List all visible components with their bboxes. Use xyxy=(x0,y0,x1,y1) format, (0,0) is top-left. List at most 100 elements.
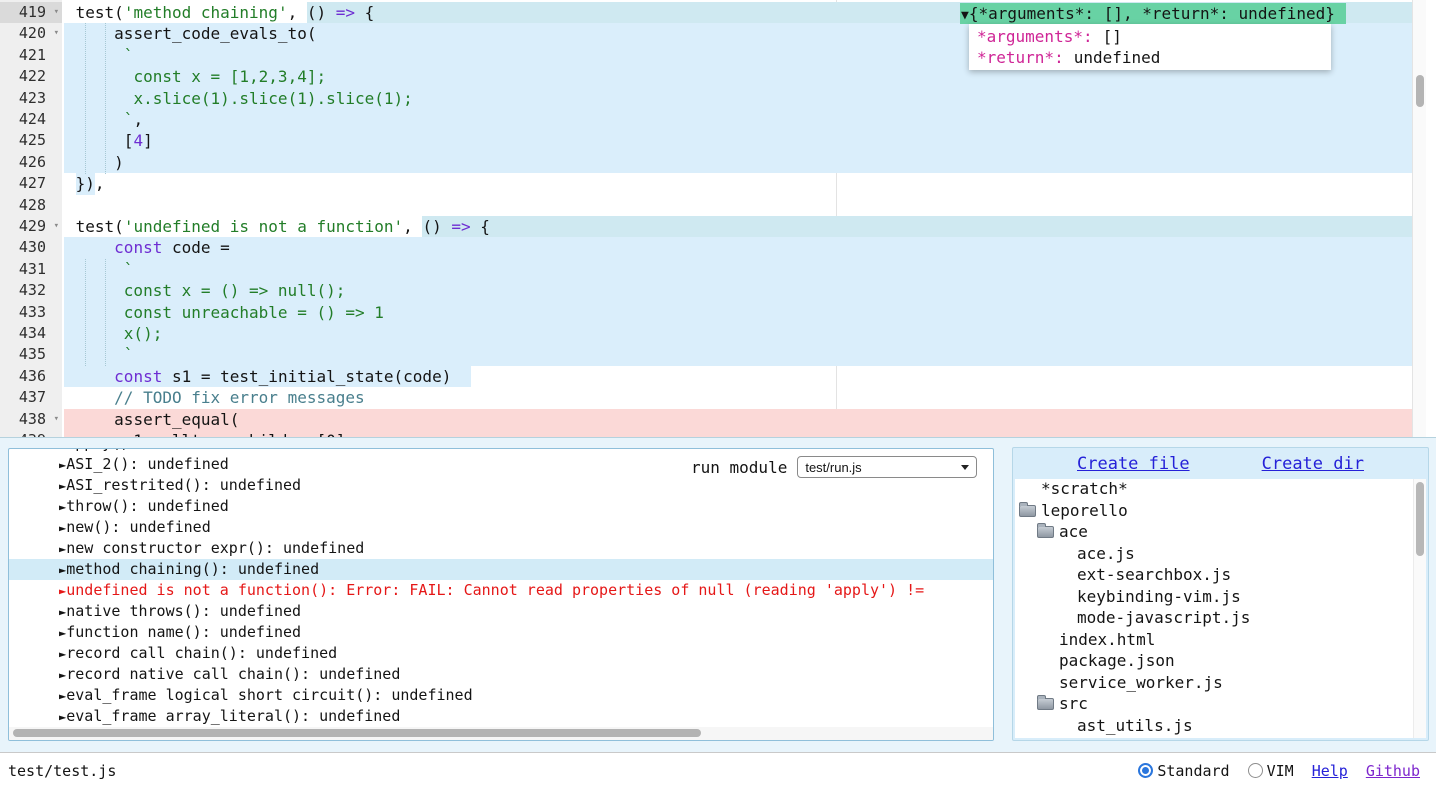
create-dir-link[interactable]: Create dir xyxy=(1262,454,1364,474)
tree-item-file[interactable]: ext-searchbox.js xyxy=(1015,565,1426,587)
test-result-item[interactable]: ►native throws(): undefined xyxy=(9,601,993,622)
editor-scrollbar-thumb[interactable] xyxy=(1416,75,1424,107)
code-token: => xyxy=(451,217,470,236)
indent-guide xyxy=(105,259,106,366)
indent-guide xyxy=(85,23,86,174)
test-result-label: native throws(): undefined xyxy=(66,602,301,620)
code-token: assert_code_evals_to( xyxy=(114,24,316,43)
test-result-item[interactable]: ►eval_frame logical short circuit(): und… xyxy=(9,685,993,706)
radio-unselected-icon[interactable] xyxy=(1248,763,1263,778)
code-text: const x = () => null(); xyxy=(62,280,1412,301)
fold-caret-icon[interactable]: ▾ xyxy=(54,409,59,430)
keybinding-vim-option[interactable]: VIM xyxy=(1248,762,1294,780)
code-line[interactable]: 433 const unreachable = () => 1 xyxy=(0,302,1412,323)
tree-item-file[interactable]: ace.js xyxy=(1015,544,1426,566)
tree-item-file[interactable]: package.json xyxy=(1015,651,1426,673)
line-number: 421 xyxy=(0,45,62,66)
line-number: 419▾ xyxy=(0,2,62,23)
tree-item-file[interactable]: keybinding-vim.js xyxy=(1015,587,1426,609)
test-result-item[interactable]: ►ASI_restrited(): undefined xyxy=(9,475,993,496)
tree-scrollbar[interactable] xyxy=(1413,479,1426,738)
run-module-select[interactable]: test/run.js xyxy=(797,456,977,478)
tree-item-label: service_worker.js xyxy=(1059,673,1223,692)
tree-item-label: ast_utils.js xyxy=(1077,716,1193,735)
tree-item-file[interactable]: mode-javascript.js xyxy=(1015,608,1426,630)
create-file-link[interactable]: Create file xyxy=(1077,454,1190,474)
tooltip-entry-value: [] xyxy=(1093,27,1122,46)
code-line[interactable]: 423 x.slice(1).slice(1).slice(1); xyxy=(0,88,1412,109)
tooltip-entry-value: undefined xyxy=(1064,48,1161,67)
line-number: 420▾ xyxy=(0,23,62,44)
fold-caret-icon[interactable]: ▾ xyxy=(54,216,59,237)
github-link[interactable]: Github xyxy=(1366,762,1420,780)
test-result-item[interactable]: ►method chaining(): undefined xyxy=(9,559,993,580)
test-result-item[interactable]: ►undefined is not a function(): Error: F… xyxy=(9,580,993,601)
code-line[interactable]: 434 x(); xyxy=(0,323,1412,344)
tree-item-folder[interactable]: src xyxy=(1015,694,1426,716)
line-number: 426 xyxy=(0,152,62,173)
indent-guide xyxy=(85,259,86,366)
fold-caret-icon[interactable]: ▾ xyxy=(54,23,59,44)
code-line[interactable]: 435 ` xyxy=(0,344,1412,365)
tree-item-file[interactable]: service_worker.js xyxy=(1015,673,1426,695)
tree-item-label: package.json xyxy=(1059,651,1175,670)
test-result-label: function name(): undefined xyxy=(66,623,301,641)
fold-caret-icon[interactable]: ▾ xyxy=(54,2,59,23)
test-result-item[interactable]: ►record call chain(): undefined xyxy=(9,643,993,664)
code-text: `, xyxy=(62,109,1412,130)
tree-item-file[interactable]: ast_utils.js xyxy=(1015,716,1426,738)
test-result-item[interactable]: ►new constructor expr(): undefined xyxy=(9,538,993,559)
dropdown-chevron-icon xyxy=(961,465,969,470)
code-line[interactable]: 439 s1.calltree.children[0], xyxy=(0,430,1412,438)
code-line[interactable]: 427 }), xyxy=(0,173,1412,194)
folder-icon xyxy=(1037,526,1054,538)
run-module-label: run module xyxy=(691,458,787,477)
status-bar-right: Standard VIM Help Github xyxy=(1138,762,1420,780)
test-result-item[interactable]: ►record native call chain(): undefined xyxy=(9,664,993,685)
code-line[interactable]: 425 [4] xyxy=(0,130,1412,151)
code-line[interactable]: 429▾ test('undefined is not a function',… xyxy=(0,216,1412,237)
code-line[interactable]: 430 const code = xyxy=(0,237,1412,258)
tree-item-label: *scratch* xyxy=(1041,479,1128,498)
file-tree-panel: Create file Create dir *scratch* leporell… xyxy=(1012,447,1429,741)
folder-icon xyxy=(1019,505,1036,517)
code-editor[interactable]: 419▾ test('method chaining', () => {420▾… xyxy=(0,0,1436,438)
code-line[interactable]: 428 xyxy=(0,195,1412,216)
tree-item-folder[interactable]: leporello xyxy=(1015,501,1426,523)
code-token: ` xyxy=(124,110,134,129)
test-result-label: undefined is not a function(): Error: FA… xyxy=(66,581,924,599)
code-token: , () xyxy=(288,3,336,22)
keybinding-standard-option[interactable]: Standard xyxy=(1138,762,1229,780)
test-result-item[interactable]: ►throw(): undefined xyxy=(9,496,993,517)
tree-scrollbar-thumb[interactable] xyxy=(1416,482,1424,556)
code-token: ` xyxy=(124,46,134,65)
test-result-label: ASI_2(): undefined xyxy=(66,455,229,473)
code-line[interactable]: 426 ) xyxy=(0,152,1412,173)
radio-selected-icon[interactable] xyxy=(1138,763,1153,778)
code-line[interactable]: 432 const x = () => null(); xyxy=(0,280,1412,301)
tooltip-header[interactable]: ▼{*arguments*: [], *return*: undefined} xyxy=(960,3,1346,24)
code-line[interactable]: 437 // TODO fix error messages xyxy=(0,387,1412,408)
line-number: 423 xyxy=(0,88,62,109)
tooltip-body: *arguments*:[] *return*:undefined xyxy=(969,24,1331,70)
test-result-item[interactable]: ►new(): undefined xyxy=(9,517,993,538)
code-token: 4 xyxy=(133,131,143,150)
code-line[interactable]: 436 const s1 = test_initial_state(code) xyxy=(0,366,1412,387)
test-result-item[interactable]: ►function name(): undefined xyxy=(9,622,993,643)
code-line[interactable]: 438▾ assert_equal( xyxy=(0,409,1412,430)
collapse-arrow-icon[interactable]: ▼ xyxy=(961,8,969,23)
code-text: ` xyxy=(62,259,1412,280)
editor-scrollbar[interactable] xyxy=(1412,0,1426,438)
line-number: 438▾ xyxy=(0,409,62,430)
tree-item-file[interactable]: *scratch* xyxy=(1015,479,1426,501)
code-text: const unreachable = () => 1 xyxy=(62,302,1412,323)
code-line[interactable]: 431 ` xyxy=(0,259,1412,280)
tree-item-file[interactable]: index.html xyxy=(1015,630,1426,652)
test-result-item[interactable]: ►eval_frame array_literal(): undefined xyxy=(9,706,993,727)
code-line[interactable]: 424 `, xyxy=(0,109,1412,130)
results-horizontal-scrollbar[interactable] xyxy=(9,727,993,740)
line-number: 433 xyxy=(0,302,62,323)
help-link[interactable]: Help xyxy=(1312,762,1348,780)
results-scrollbar-thumb[interactable] xyxy=(13,729,701,737)
tree-item-folder[interactable]: ace xyxy=(1015,522,1426,544)
